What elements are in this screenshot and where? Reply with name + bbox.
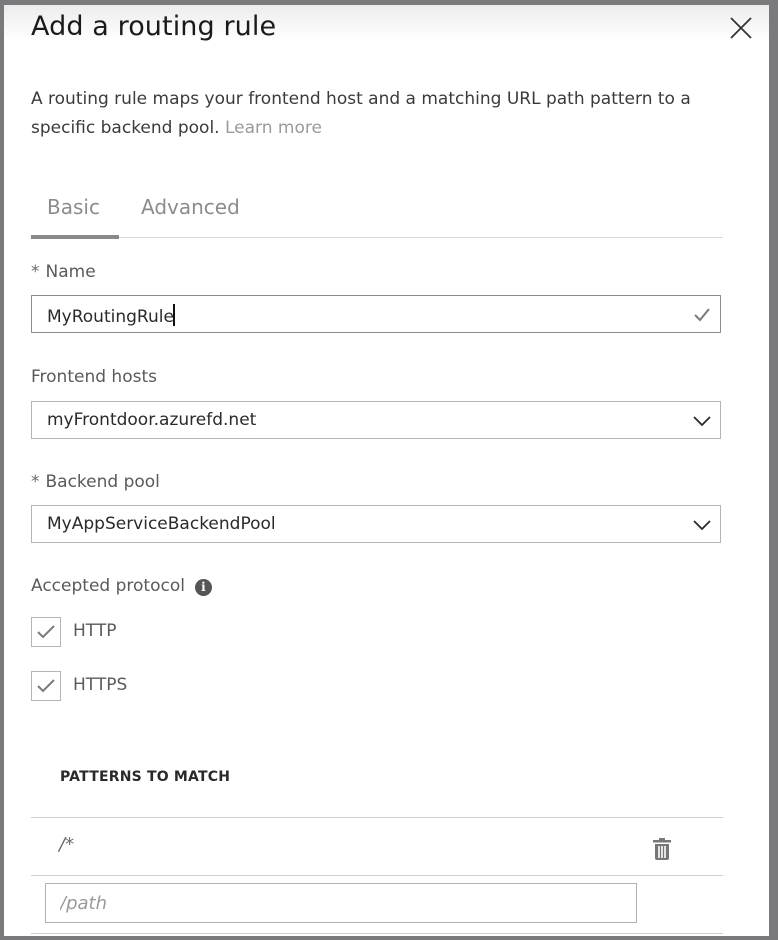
- dialog-header: Add a routing rule: [4, 5, 769, 65]
- patterns-section-title: PATTERNS TO MATCH: [60, 769, 231, 785]
- frontend-hosts-dropdown[interactable]: myFrontdoor.azurefd.net: [31, 401, 721, 439]
- tab-basic[interactable]: Basic: [47, 195, 100, 231]
- backend-pool-label: * Backend pool: [31, 472, 160, 492]
- text-cursor: [172, 304, 175, 326]
- delete-pattern-button[interactable]: [652, 837, 672, 861]
- name-label-text: Name: [45, 262, 96, 282]
- name-valid-indicator: [692, 305, 712, 325]
- divider: [31, 933, 723, 934]
- dialog-title: Add a routing rule: [31, 11, 277, 42]
- active-tab-indicator: [31, 235, 119, 239]
- http-checkbox[interactable]: [31, 617, 61, 647]
- new-pattern-input[interactable]: [45, 883, 637, 923]
- close-icon: [730, 17, 752, 39]
- description-text: A routing rule maps your frontend host a…: [31, 89, 691, 138]
- checkmark-icon: [37, 679, 55, 693]
- tab-basic-label: Basic: [47, 195, 100, 219]
- https-checkbox-label: HTTPS: [73, 675, 128, 695]
- name-value-text: MyRoutingRule: [47, 307, 174, 327]
- chevron-down-icon: [693, 520, 711, 531]
- checkmark-icon: [694, 308, 710, 322]
- accepted-protocol-label-text: Accepted protocol: [31, 576, 185, 596]
- name-field-value: MyRoutingRule: [47, 304, 175, 327]
- tab-advanced[interactable]: Advanced: [141, 195, 240, 231]
- info-icon[interactable]: i: [194, 579, 212, 596]
- name-field[interactable]: MyRoutingRule: [31, 295, 721, 333]
- tab-advanced-label: Advanced: [141, 195, 240, 219]
- trash-icon: [653, 838, 671, 860]
- routing-rule-dialog: Add a routing rule A routing rule maps y…: [4, 5, 769, 936]
- https-checkbox[interactable]: [31, 671, 61, 701]
- required-marker: *: [31, 262, 40, 282]
- learn-more-link[interactable]: Learn more: [225, 118, 322, 138]
- backend-pool-dropdown[interactable]: MyAppServiceBackendPool: [31, 505, 721, 543]
- accepted-protocol-label: Accepted protocol i: [31, 576, 212, 596]
- pattern-value: /*: [59, 834, 75, 855]
- http-checkbox-label: HTTP: [73, 621, 117, 641]
- backend-pool-chevron: [692, 515, 712, 535]
- frontend-hosts-chevron: [692, 411, 712, 431]
- required-marker: *: [31, 472, 40, 492]
- divider: [31, 875, 723, 876]
- divider: [31, 817, 723, 818]
- backend-pool-label-text: Backend pool: [45, 472, 160, 492]
- backend-pool-value: MyAppServiceBackendPool: [47, 514, 276, 534]
- name-label: * Name: [31, 262, 96, 282]
- close-button[interactable]: [728, 15, 754, 41]
- dialog-description: A routing rule maps your frontend host a…: [31, 85, 691, 143]
- checkmark-icon: [37, 625, 55, 639]
- tab-bar: Basic Advanced: [31, 191, 723, 239]
- chevron-down-icon: [693, 416, 711, 427]
- frontend-hosts-label: Frontend hosts: [31, 367, 157, 387]
- frontend-hosts-value: myFrontdoor.azurefd.net: [47, 410, 257, 430]
- frontend-hosts-label-text: Frontend hosts: [31, 367, 157, 387]
